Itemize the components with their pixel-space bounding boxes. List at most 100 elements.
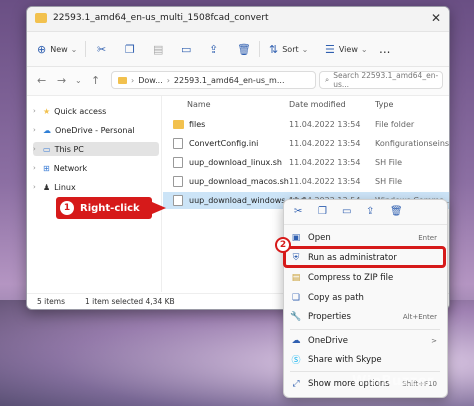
sidebar-item-network[interactable]: › ⊞ Network (33, 161, 159, 175)
folder-icon (118, 76, 127, 84)
navigation-pane: › ★ Quick access › ☁ OneDrive - Personal… (27, 96, 162, 292)
menu-item-label: Share with Skype (308, 354, 382, 365)
sidebar-item-linux[interactable]: › ♟ Linux (33, 180, 159, 194)
pc-icon: ▭ (43, 144, 51, 154)
search-placeholder: Search 22593.1_amd64_en-us... (333, 71, 439, 89)
rename-icon[interactable]: ▭ (342, 206, 351, 217)
trash-icon: 🗑 (237, 42, 251, 56)
file-name: uup_download_macos.sh (189, 177, 289, 186)
column-header-date[interactable]: Date modified (289, 100, 346, 109)
step-1-badge: 1 (60, 201, 74, 215)
more-icon: ⤢ (292, 378, 300, 389)
file-icon (173, 176, 183, 187)
address-input[interactable]: › Dow... › 22593.1_amd64_en-us_m... (111, 71, 316, 89)
more-button[interactable]: ... (379, 40, 390, 58)
chevron-down-icon: ⌄ (301, 44, 309, 54)
menu-item-label: OneDrive (308, 335, 348, 346)
sidebar-item-label: Network (53, 163, 88, 173)
sidebar-item-onedrive[interactable]: › ☁ OneDrive - Personal (33, 123, 159, 137)
column-header-type[interactable]: Type (375, 100, 393, 109)
new-button[interactable]: ⊕ New ⌄ (37, 40, 77, 58)
sidebar-item-label: OneDrive - Personal (55, 125, 135, 135)
menu-item-compress-zip[interactable]: ▤ Compress to ZIP file (284, 269, 447, 286)
table-row[interactable]: files 11.04.2022 13:54 File folder (163, 116, 449, 133)
menu-item-open[interactable]: ▣ Open Enter (284, 229, 447, 246)
file-type: Konfigurationseins... (375, 139, 450, 148)
chevron-right-icon[interactable]: › (33, 183, 39, 191)
delete-button[interactable]: 🗑 (237, 40, 251, 58)
share-button[interactable]: ⇪ (209, 40, 218, 58)
menu-item-onedrive[interactable]: ☁ OneDrive > (284, 332, 447, 349)
breadcrumb-parent[interactable]: Dow... (138, 76, 163, 85)
menu-item-label: Open (308, 232, 331, 243)
back-arrow-icon[interactable]: ← (37, 74, 46, 87)
step-2-badge: 2 (275, 237, 291, 253)
menu-divider (290, 371, 440, 372)
file-date: 11.04.2022 13:54 (289, 139, 361, 148)
copy-button[interactable]: ❐ (125, 40, 135, 58)
sidebar-item-this-pc[interactable]: › ▭ This PC (33, 142, 159, 156)
command-bar: ⊕ New ⌄ ✂ ❐ ▤ ▭ ⇪ 🗑 ⇅ Sort ⌄ ☰ View ⌄ ..… (27, 32, 449, 67)
paste-button[interactable]: ▤ (153, 40, 163, 58)
item-count: 5 items (37, 297, 66, 306)
table-row[interactable]: uup_download_linux.sh 11.04.2022 13:54 S… (163, 154, 449, 171)
close-icon[interactable]: ✕ (431, 11, 441, 25)
forward-arrow-icon[interactable]: → (57, 74, 66, 87)
watermark-logo: WinBuzzer (352, 374, 435, 389)
new-label: New (50, 44, 68, 54)
cloud-icon: ☁ (43, 125, 51, 135)
chevron-right-icon[interactable]: › (33, 164, 39, 172)
column-header-name[interactable]: Name (187, 100, 211, 109)
chevron-right-icon[interactable]: › (33, 145, 39, 153)
chevron-right-icon[interactable]: › (33, 126, 39, 134)
toolbar-divider (85, 41, 86, 57)
wrench-icon: 🔧 (290, 311, 302, 322)
copy-icon[interactable]: ❐ (318, 206, 327, 217)
file-icon (173, 157, 183, 168)
chevron-right-icon[interactable]: › (33, 107, 39, 115)
file-name: files (189, 120, 206, 129)
skype-icon: Ⓢ (291, 356, 301, 366)
sidebar-item-quick-access[interactable]: › ★ Quick access (33, 104, 159, 118)
cut-button[interactable]: ✂ (97, 40, 106, 58)
search-input[interactable]: ⌕ Search 22593.1_amd64_en-us... (319, 71, 443, 89)
up-arrow-icon[interactable]: ↑ (91, 74, 100, 87)
network-icon: ⊞ (43, 163, 50, 173)
menu-item-label: Properties (308, 311, 351, 322)
search-icon: ⌕ (325, 75, 330, 84)
address-bar: ← → ⌄ ↑ › Dow... › 22593.1_amd64_en-us_m… (27, 67, 449, 96)
view-button[interactable]: ☰ View ⌄ (325, 40, 368, 58)
window-title: 22593.1_amd64_en-us_multi_1508fcad_conve… (53, 13, 269, 23)
sort-label: Sort (282, 44, 299, 54)
cmd-file-icon (173, 195, 183, 206)
step-1-callout: 1 Right-click (56, 197, 152, 219)
selection-info: 1 item selected 4,34 KB (85, 297, 175, 306)
menu-item-share-with-skype[interactable]: Ⓢ Share with Skype (284, 351, 447, 368)
trash-icon[interactable]: 🗑 (390, 206, 403, 217)
table-row[interactable]: uup_download_macos.sh 11.04.2022 13:54 S… (163, 173, 449, 190)
sort-button[interactable]: ⇅ Sort ⌄ (269, 40, 308, 58)
copy-icon: ❐ (125, 42, 135, 56)
toolbar-divider (259, 41, 260, 57)
paste-icon: ▤ (153, 42, 164, 56)
file-name: uup_download_linux.sh (189, 158, 283, 167)
view-label: View (338, 44, 358, 54)
context-menu-quick-actions: ✂ ❐ ▭ ⇪ 🗑 (284, 200, 447, 225)
breadcrumb-current[interactable]: 22593.1_amd64_en-us_m... (174, 76, 285, 85)
menu-item-shortcut: Alt+Enter (402, 312, 437, 321)
table-row[interactable]: ConvertConfig.ini 11.04.2022 13:54 Konfi… (163, 135, 449, 152)
highlight-run-as-administrator (283, 246, 446, 268)
chevron-down-icon[interactable]: ⌄ (75, 76, 82, 85)
scissors-icon[interactable]: ✂ (294, 206, 302, 217)
plus-icon: ⊕ (37, 42, 47, 56)
menu-item-properties[interactable]: 🔧 Properties Alt+Enter (284, 308, 447, 325)
chevron-right-icon: > (431, 336, 437, 345)
sort-icon: ⇅ (269, 42, 279, 56)
share-icon: ⇪ (209, 42, 219, 56)
rename-button[interactable]: ▭ (181, 40, 191, 58)
share-icon[interactable]: ⇪ (366, 206, 374, 217)
breadcrumb-separator: › (131, 75, 135, 85)
context-menu: ✂ ❐ ▭ ⇪ 🗑 ▣ Open Enter ⛨ Run as administ… (283, 199, 448, 398)
title-bar: 22593.1_amd64_en-us_multi_1508fcad_conve… (27, 7, 449, 32)
menu-item-copy-as-path[interactable]: ❏ Copy as path (284, 289, 447, 306)
